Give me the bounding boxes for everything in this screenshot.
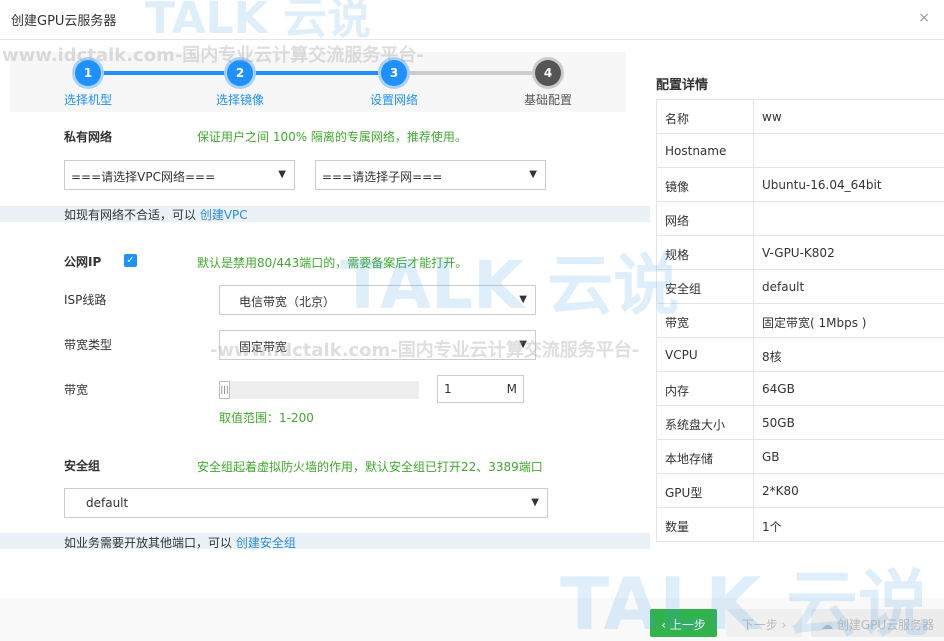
detail-key: 数量 [657,508,754,541]
bandwidth-slider[interactable] [219,381,419,399]
bandwidth-input[interactable]: 1 M [437,375,524,403]
isp-label: ISP线路 [64,293,107,307]
detail-value: GB [762,450,780,464]
bandwidth-slider-handle[interactable]: ||| [219,381,230,399]
detail-key: 网络 [657,202,754,235]
vpc-note: 如现有网络不合适，可以 创建VPC [64,206,248,223]
step-4-label[interactable]: 基础配置 [503,91,593,108]
dialog-title-text: 创建GPU云服务器 [11,14,117,29]
isp-select-value: 电信带宽（北京） [239,295,336,309]
vpc-note-text: 如现有网络不合适，可以 [64,208,197,222]
chevron-down-icon: ▼ [278,169,286,180]
step-1-label[interactable]: 选择机型 [43,91,133,108]
public-ip-checkbox[interactable]: ✓ [124,254,137,267]
step-2-label[interactable]: 选择镜像 [195,91,285,108]
details-title: 配置详情 [656,78,709,93]
watermark-brand: TALK 云说 [145,0,372,44]
create-vpc-link[interactable]: 创建VPC [200,208,248,222]
detail-row: 本地存储 GB [657,440,944,474]
vpc-select-value: ===请选择VPC网络=== [71,170,216,184]
detail-value: Ubuntu-16.04_64bit [762,178,882,192]
detail-value [754,202,944,235]
detail-row: 带宽 固定带宽( 1Mbps ) [657,304,944,338]
security-note-text: 如业务需要开放其他端口，可以 [64,536,233,550]
private-network-label: 私有网络 [64,130,113,144]
create-security-group-link[interactable]: 创建安全组 [236,536,296,550]
watermark-url: www.idctalk.com-国内专业云计算交流服务平台- [2,45,424,66]
subnet-select-value: ===请选择子网=== [322,170,443,184]
create-gpu-dialog: 创建GPU云服务器 × 1 2 3 4 选择机型 选择镜像 设置网络 基础配置 … [0,0,944,641]
security-note: 如业务需要开放其他端口，可以 创建安全组 [64,534,296,551]
detail-row: 内存 64GB [657,372,944,406]
detail-row: 规格 V-GPU-K802 [657,236,944,270]
detail-value: 固定带宽( 1Mbps ) [762,316,867,330]
step-connector [394,71,548,75]
private-network-hint: 保证用户之间 100% 隔离的专属网络，推荐使用。 [197,130,467,144]
detail-row: GPU型 2*K80 [657,474,944,508]
detail-value: V-GPU-K802 [762,246,835,260]
bandwidth-unit: M [506,382,517,396]
detail-row: 系统盘大小 50GB [657,406,944,440]
detail-row: 镜像 Ubuntu-16.04_64bit [657,168,944,202]
bandwidth-label: 带宽 [64,383,89,397]
detail-value: 2*K80 [762,484,799,498]
step-3-label[interactable]: 设置网络 [349,91,439,108]
step-connector [240,71,394,75]
chevron-down-icon: ▼ [531,497,539,508]
security-group-hint: 安全组起着虚拟防火墙的作用，默认安全组已打开22、3389端口 [197,460,543,474]
step-connector [88,71,240,75]
detail-key: 名称 [657,100,754,133]
subnet-select[interactable]: ===请选择子网=== ▼ [315,160,546,190]
detail-key: Hostname [657,134,754,167]
detail-row: VCPU 8核 [657,338,944,372]
detail-value: 50GB [762,416,795,430]
step-4-circle[interactable]: 4 [535,60,561,86]
vpc-select[interactable]: ===请选择VPC网络=== ▼ [64,160,295,190]
security-group-label: 安全组 [64,459,101,473]
detail-value: 64GB [762,382,795,396]
detail-value [754,134,944,167]
detail-value: 1个 [762,520,782,534]
detail-row: 网络 [657,202,944,236]
security-group-select[interactable]: default ▼ [64,488,548,518]
detail-value: 8核 [762,350,782,364]
security-group-value: default [86,496,129,510]
detail-key: VCPU [657,338,754,371]
dialog-title: 创建GPU云服务器 × [0,0,944,40]
detail-key: 本地存储 [657,440,754,473]
detail-row: Hostname [657,134,944,168]
public-ip-label: 公网IP [64,255,102,269]
close-icon[interactable]: × [918,10,930,26]
watermark-url: -www.idctalk.com-国内专业云计算交流服务平台- [210,340,640,361]
detail-value: default [762,280,805,294]
detail-key: 系统盘大小 [657,406,754,439]
detail-row: 数量 1个 [657,508,944,542]
detail-row: 安全组 default [657,270,944,304]
detail-key: 镜像 [657,168,754,201]
detail-value: ww [762,110,782,124]
details-table: 名称 ww Hostname 镜像 Ubuntu-16.04_64bit 网络 规格 V-GP… [656,99,944,542]
detail-key: GPU型 [657,474,754,507]
detail-row: 名称 ww [657,100,944,134]
watermark-brand: TALK 云说 [560,562,930,641]
bandwidth-range: 取值范围：1-200 [219,411,314,425]
bandwidth-type-label: 带宽类型 [64,338,113,352]
chevron-down-icon: ▼ [529,169,537,180]
detail-key: 内存 [657,372,754,405]
bandwidth-input-value: 1 [444,382,452,396]
watermark-brand: TALK 云说 [340,247,680,324]
